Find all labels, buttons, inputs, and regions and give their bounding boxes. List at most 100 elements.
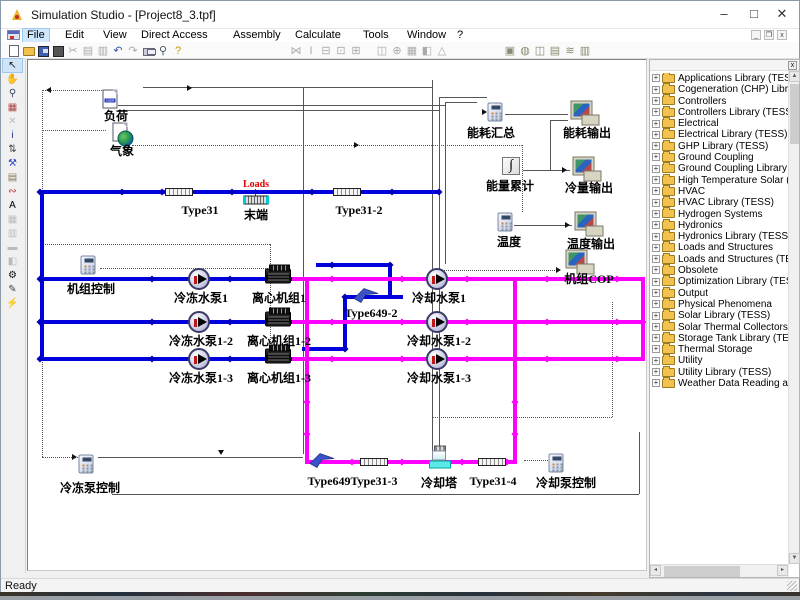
panel-icon[interactable]: ▣ [503,44,517,58]
link-tool-icon[interactable]: ∾ [3,185,22,198]
scroll-right-icon[interactable]: ▸ [777,565,788,576]
tree-item[interactable]: +Loads and Structures [652,242,788,253]
help-icon[interactable]: ? [171,44,185,58]
project-canvas[interactable]: Loads USER负荷气象Type31末端Type31-2冷冻水泵1冷冻水泵1… [27,59,647,571]
tree-expand-icon[interactable]: + [652,379,660,387]
tree-expand-icon[interactable]: + [652,120,660,128]
tree-item[interactable]: +Obsolete [652,265,788,276]
tree-item[interactable]: +Controllers Library (TESS) [652,107,788,118]
chw-pump-1-3-icon[interactable] [188,348,210,370]
tree-item[interactable]: +High Temperature Solar (TESS) [652,175,788,186]
menu-edit[interactable]: Edit [61,29,88,42]
chilled-water-pipe[interactable] [40,190,440,194]
open-folder-icon[interactable] [21,44,35,58]
cw-pump-1-3-icon[interactable] [426,348,448,370]
tree-item[interactable]: +Hydrogen Systems [652,209,788,220]
cooling-tower-icon[interactable] [427,446,451,467]
menu-file[interactable]: File [23,29,49,42]
order-tool-icon[interactable]: ⇅ [3,143,22,156]
energy-integrator-icon[interactable]: ∫ [502,157,520,175]
tree-expand-icon[interactable]: + [652,244,660,252]
window-split-icon[interactable]: ◫ [533,44,547,58]
clipboard-tool-icon[interactable]: ▤ [3,171,22,184]
gear-tool-icon[interactable]: ⚙ [3,269,22,282]
cooling-output-plotter-icon[interactable] [574,158,601,181]
cw-pump-control-calc-icon[interactable] [549,454,564,473]
menu-view[interactable]: View [99,29,131,42]
tree-expand-icon[interactable]: + [652,165,660,173]
tree-expand-icon[interactable]: + [652,187,660,195]
type31-icon[interactable] [165,188,193,196]
chw-pump-1-2-icon[interactable] [188,311,210,333]
tree-item[interactable]: +Hydronics Library (TESS) [652,231,788,242]
tree-expand-icon[interactable]: + [652,345,660,353]
load-file-icon[interactable]: USER [103,90,118,109]
chw-pump-control-calc-icon[interactable] [79,455,94,474]
waves-icon[interactable]: ≋ [563,44,577,58]
mdi-child-icon[interactable] [7,30,20,40]
tree-expand-icon[interactable]: + [652,255,660,263]
pen-tool-icon[interactable]: ✎ [3,283,22,296]
mdi-close-button[interactable]: x [777,30,787,40]
save-all-icon[interactable] [51,44,65,58]
tree-item[interactable]: +Hydronics [652,220,788,231]
tree-expand-icon[interactable]: + [652,97,660,105]
tree-expand-icon[interactable]: + [652,176,660,184]
type31-3-icon[interactable] [360,458,388,466]
scroll-up-icon[interactable]: ▲ [789,71,800,82]
zoom-tool-icon[interactable]: ⚲ [3,87,22,100]
list-icon[interactable]: ▤ [548,44,562,58]
minimize-button[interactable]: – [709,1,739,27]
tree-item[interactable]: +HVAC [652,186,788,197]
tree-item[interactable]: +Ground Coupling [652,152,788,163]
library-horizontal-scrollbar[interactable]: ◂ ▸ [650,564,789,577]
chiller-1-2-icon[interactable] [265,312,291,327]
tree-item[interactable]: +Thermal Storage [652,344,788,355]
library-panel-header[interactable]: x [650,60,799,71]
target-icon[interactable]: ◍ [518,44,532,58]
menu-?[interactable]: ? [453,29,467,42]
tree-expand-icon[interactable]: + [652,86,660,94]
tree-item[interactable]: +Weather Data Reading and Process [652,378,788,389]
tree-item[interactable]: +Solar Thermal Collectors [652,322,788,333]
unit-control-calc-icon[interactable] [81,256,96,275]
close-button[interactable]: ✕ [767,1,797,27]
chilled-water-pipe[interactable] [316,263,392,267]
tree-expand-icon[interactable]: + [652,142,660,150]
tree-expand-icon[interactable]: + [652,312,660,320]
tree-expand-icon[interactable]: + [652,289,660,297]
menu-tools[interactable]: Tools [359,29,393,42]
temperature-output-plotter-icon[interactable] [576,213,603,236]
select-tool-icon[interactable]: ↖ [3,59,22,72]
tree-item[interactable]: +Output [652,288,788,299]
library-panel-close-icon[interactable]: x [788,61,797,70]
wrench-tool-icon[interactable]: ⚒ [3,157,22,170]
tree-expand-icon[interactable]: + [652,221,660,229]
print-preview-icon[interactable]: ⚲ [156,44,170,58]
tree-expand-icon[interactable]: + [652,300,660,308]
tree-expand-icon[interactable]: + [652,357,660,365]
tree-item[interactable]: +Electrical Library (TESS) [652,129,788,140]
tree-expand-icon[interactable]: + [652,74,660,82]
tree-expand-icon[interactable]: + [652,368,660,376]
chiller-1-icon[interactable] [265,269,291,284]
maximize-button[interactable]: □ [739,1,769,27]
energy-output-plotter-icon[interactable] [572,102,599,125]
tree-item[interactable]: +Electrical [652,118,788,129]
tree-expand-icon[interactable]: + [652,334,660,342]
library-vertical-scrollbar[interactable]: ▲ ▼ [788,71,799,564]
menu-window[interactable]: Window [403,29,450,42]
tree-expand-icon[interactable]: + [652,108,660,116]
type31-4-icon[interactable] [478,458,506,466]
cw-pump-1-2-icon[interactable] [426,311,448,333]
menu-assembly[interactable]: Assembly [229,29,285,42]
tree-item[interactable]: +Applications Library (TESS) [652,73,788,84]
undo-icon[interactable]: ↶ [111,44,125,58]
mdi-minimize-button[interactable]: _ [751,30,761,40]
tree-expand-icon[interactable]: + [652,278,660,286]
menu-direct-access[interactable]: Direct Access [137,29,212,42]
tree-expand-icon[interactable]: + [652,233,660,241]
tree-item[interactable]: +Solar Library (TESS) [652,310,788,321]
cw-pump-1-icon[interactable] [426,268,448,290]
text-tool-icon[interactable]: A [3,199,22,212]
